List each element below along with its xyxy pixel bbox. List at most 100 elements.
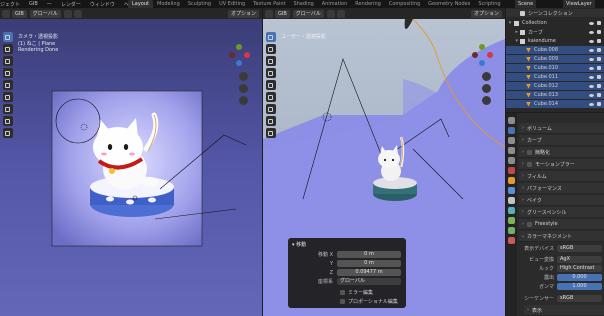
panel-bake[interactable]: › ベイク: [519, 195, 604, 206]
left-navigation-gizmo[interactable]: [228, 44, 250, 66]
look-dropdown[interactable]: High Contrast: [557, 265, 602, 272]
gizmo-x-icon[interactable]: [487, 52, 493, 58]
modifier-tab-icon[interactable]: [508, 187, 515, 194]
checkbox-icon[interactable]: [340, 290, 345, 295]
pan-icon[interactable]: [239, 84, 248, 93]
zoom-icon[interactable]: [239, 72, 248, 81]
gizmo-z-icon[interactable]: [479, 60, 485, 66]
view-layer-selector[interactable]: ViewLayer: [563, 0, 595, 8]
tab-sculpting[interactable]: Sculpting: [184, 0, 215, 8]
render-camera-icon[interactable]: [597, 102, 601, 106]
render-tab-icon[interactable]: [508, 127, 515, 134]
cursor-tool[interactable]: [265, 44, 276, 54]
tab-compositing[interactable]: Compositing: [385, 0, 424, 8]
render-camera-icon[interactable]: [597, 30, 601, 34]
camera-view-icon[interactable]: [482, 96, 491, 105]
render-camera-icon[interactable]: [597, 84, 601, 88]
tool-tab-icon[interactable]: [508, 117, 515, 124]
mode-menu[interactable]: GIB: [275, 9, 290, 18]
sequencer-dropdown[interactable]: sRGB: [557, 295, 602, 302]
outliner-item-kaiendume[interactable]: ▾ kaiendume: [506, 37, 604, 45]
gizmo-neg-x-icon[interactable]: [229, 52, 235, 58]
annotate-tool[interactable]: [265, 104, 276, 114]
view-layer-tab-icon[interactable]: [508, 147, 515, 154]
gizmo-y-icon[interactable]: [236, 44, 242, 50]
panel-performance[interactable]: › パフォーマンス: [519, 183, 604, 194]
scene-tab-icon[interactable]: [508, 157, 515, 164]
checkbox-icon[interactable]: [527, 221, 532, 227]
mode-menu[interactable]: GIB: [12, 9, 27, 18]
output-tab-icon[interactable]: [508, 137, 515, 144]
constraints-tab-icon[interactable]: [508, 217, 515, 224]
move-x-field[interactable]: 0 m: [337, 251, 401, 258]
add-cube-tool[interactable]: [2, 128, 13, 138]
visibility-eye-icon[interactable]: [589, 21, 594, 25]
expand-chevron-icon[interactable]: ▾: [506, 20, 514, 26]
visibility-eye-icon[interactable]: [589, 102, 594, 106]
world-tab-icon[interactable]: [508, 167, 515, 174]
tab-modeling[interactable]: Modeling: [153, 0, 184, 8]
outliner-item-cube-010[interactable]: Cube.010: [506, 64, 604, 72]
menu-3[interactable]: ー: [47, 1, 52, 8]
tab-scripting[interactable]: Scripting: [474, 0, 504, 8]
visibility-eye-icon[interactable]: [589, 93, 594, 97]
transform-tool[interactable]: [265, 92, 276, 102]
annotate-tool[interactable]: [2, 104, 13, 114]
tab-shading[interactable]: Shading: [289, 0, 317, 8]
pan-icon[interactable]: [482, 84, 491, 93]
view-transform-dropdown[interactable]: AgX: [557, 256, 602, 263]
tab-geometry-nodes[interactable]: Geometry Nodes: [424, 0, 474, 8]
visibility-eye-icon[interactable]: [589, 66, 594, 70]
outliner-item-cube-013[interactable]: Cube.013: [506, 91, 604, 99]
tab-texture-paint[interactable]: Texture Paint: [249, 0, 289, 8]
panel-curve[interactable]: › カーブ: [519, 135, 604, 146]
render-camera-icon[interactable]: [597, 66, 601, 70]
panel-simplify[interactable]: › 簡略化: [519, 147, 604, 158]
outliner-item-cube-011[interactable]: Cube.011: [506, 73, 604, 81]
panel-film[interactable]: › フィルム: [519, 171, 604, 182]
outliner-item-cube-014[interactable]: Cube.014: [506, 100, 604, 108]
rotate-tool[interactable]: [2, 68, 13, 78]
tab-layout[interactable]: Layout: [128, 0, 153, 8]
outliner-item-cube-012[interactable]: Cube.012: [506, 82, 604, 90]
right-pivot-dropdown[interactable]: グローバル: [292, 9, 324, 18]
panel-display[interactable]: › 表示: [524, 305, 604, 316]
panel-color-management[interactable]: ⌄ カラーマネジメント: [519, 231, 604, 242]
proportional-edit-checkbox[interactable]: プロポーショナル編集: [340, 298, 398, 305]
checkbox-icon[interactable]: [527, 161, 532, 167]
render-camera-icon[interactable]: [597, 39, 601, 43]
display-device-dropdown[interactable]: sRGB: [557, 245, 602, 252]
visibility-eye-icon[interactable]: [589, 48, 594, 52]
menu-object[interactable]: ジェクト: [0, 1, 20, 8]
panel-motion-blur[interactable]: › モーションブラー: [519, 159, 604, 170]
left-viewport[interactable]: GIB グローバル オプション カメラ・透視投影 (1) ねこ | Plane …: [0, 8, 262, 316]
data-tab-icon[interactable]: [508, 227, 515, 234]
panel-volume[interactable]: › ボリューム: [519, 123, 604, 134]
transform-tool[interactable]: [2, 92, 13, 102]
select-tool[interactable]: [2, 32, 13, 42]
proportional-icon[interactable]: [336, 9, 345, 18]
visibility-eye-icon[interactable]: [589, 30, 594, 34]
menu-gib[interactable]: GIB: [29, 1, 38, 7]
cursor-tool[interactable]: [2, 44, 13, 54]
left-pivot-dropdown[interactable]: グローバル: [29, 9, 61, 18]
move-tool[interactable]: [265, 56, 276, 66]
camera-view-icon[interactable]: [239, 96, 248, 105]
rotate-tool[interactable]: [265, 68, 276, 78]
panel-grease-pencil[interactable]: › グリースペンシル: [519, 207, 604, 218]
render-camera-icon[interactable]: [597, 21, 601, 25]
proportional-icon[interactable]: [73, 9, 82, 18]
snap-icon[interactable]: [326, 9, 335, 18]
visibility-eye-icon[interactable]: [589, 57, 594, 61]
render-camera-icon[interactable]: [597, 57, 601, 61]
move-tool[interactable]: [2, 56, 13, 66]
gizmo-z-icon[interactable]: [236, 60, 242, 66]
move-z-field[interactable]: 0.09477 m: [337, 269, 401, 276]
gizmo-neg-x-icon[interactable]: [472, 52, 478, 58]
visibility-eye-icon[interactable]: [589, 84, 594, 88]
scale-tool[interactable]: [265, 80, 276, 90]
particles-tab-icon[interactable]: [508, 197, 515, 204]
measure-tool[interactable]: [2, 116, 13, 126]
render-camera-icon[interactable]: [597, 75, 601, 79]
render-camera-icon[interactable]: [597, 93, 601, 97]
